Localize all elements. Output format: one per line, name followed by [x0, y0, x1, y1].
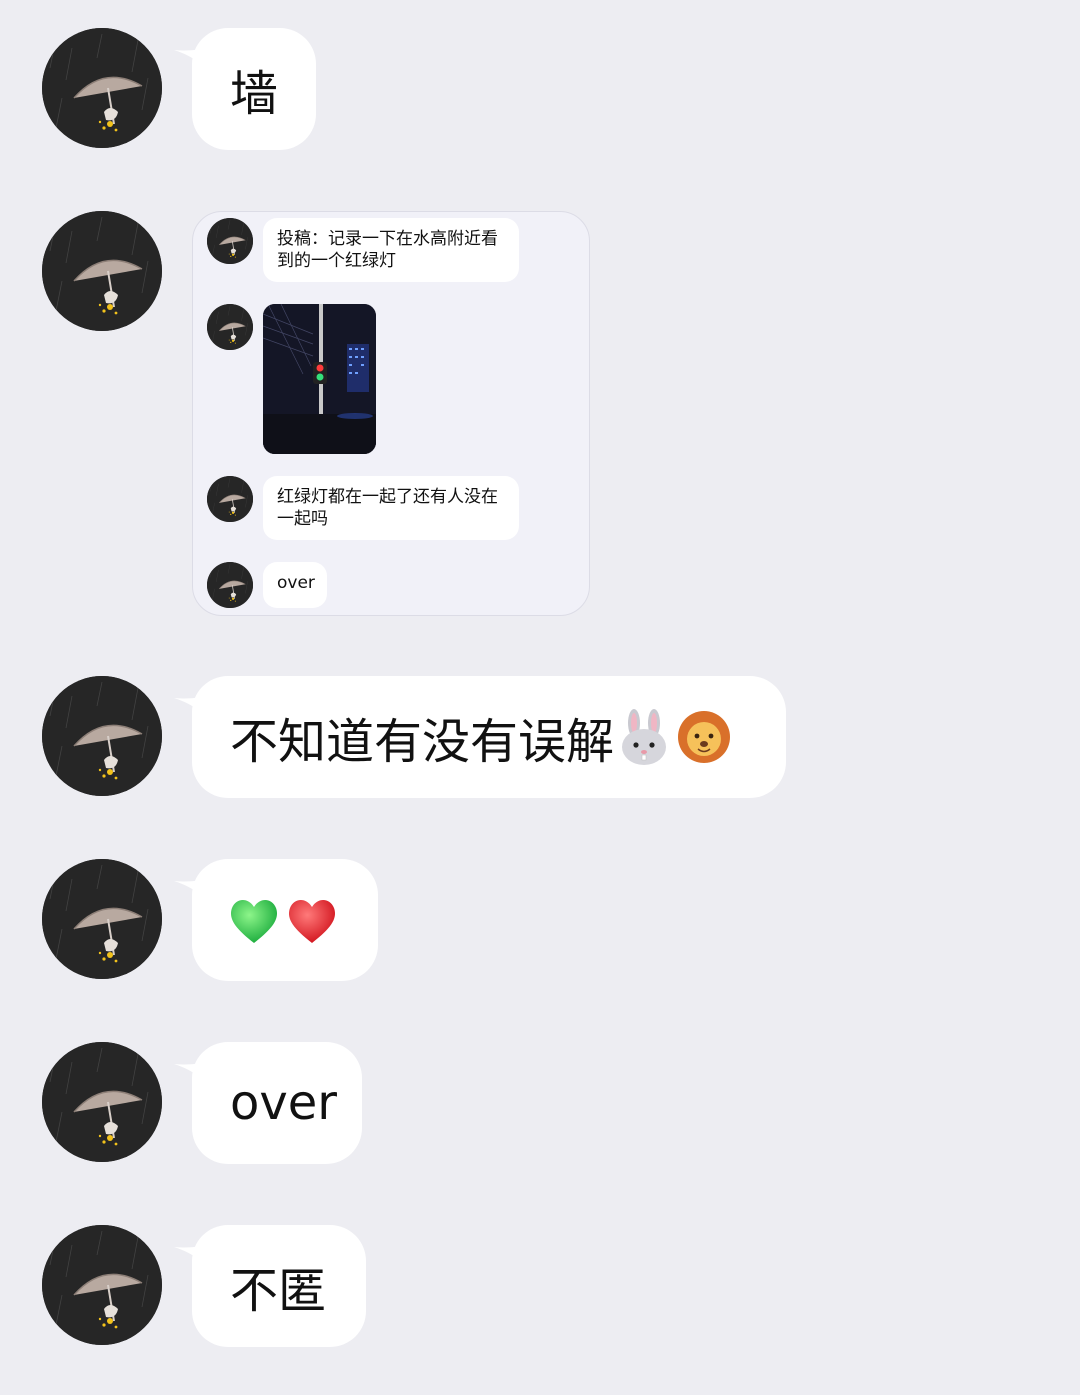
red-heart-icon [288, 899, 336, 943]
message-bubble[interactable]: over [192, 1042, 362, 1164]
mini-avatar [207, 304, 253, 350]
forwarded-text: over [277, 573, 315, 593]
forwarded-message: 红绿灯都在一起了还有人没在一起吗 [263, 476, 519, 540]
message-text: over [230, 1075, 338, 1131]
traffic-light-photo-icon [263, 304, 376, 454]
avatar-umbrella-rain-icon [42, 1042, 162, 1162]
avatar-umbrella-rain-icon [207, 304, 253, 350]
message-text: 不匿 [230, 1263, 327, 1319]
message-row: over [0, 1042, 1080, 1164]
mini-avatar [207, 562, 253, 608]
message-text: 不知道有没有误解 [230, 714, 615, 770]
forwarded-message: 投稿：记录一下在水高附近看到的一个红绿灯 [263, 218, 519, 282]
avatar-umbrella-rain-icon [207, 562, 253, 608]
avatar-umbrella-rain-icon [207, 476, 253, 522]
message-bubble[interactable]: 不知道有没有误解 [192, 676, 786, 798]
forwarded-text: 投稿：记录一下在水高附近看到的一个红绿灯 [277, 229, 498, 271]
sender-avatar[interactable] [42, 1042, 162, 1162]
message-row [0, 859, 1080, 981]
green-heart-icon [230, 899, 278, 943]
avatar-umbrella-rain-icon [42, 859, 162, 979]
avatar-umbrella-rain-icon [207, 218, 253, 264]
avatar-umbrella-rain-icon [42, 676, 162, 796]
avatar-umbrella-rain-icon [42, 211, 162, 331]
message-row: 不匿 [0, 1225, 1080, 1347]
forwarded-text: 红绿灯都在一起了还有人没在一起吗 [277, 487, 498, 529]
forwarded-message: over [263, 562, 327, 608]
message-row: 投稿：记录一下在水高附近看到的一个红绿灯 红绿灯都在一起了还有人没在一起吗 ov… [0, 0, 1080, 620]
message-bubble[interactable] [192, 859, 378, 981]
sender-avatar[interactable] [42, 859, 162, 979]
sender-avatar[interactable] [42, 1225, 162, 1345]
rabbit-face-icon [622, 709, 667, 765]
sender-avatar[interactable] [42, 211, 162, 331]
sender-avatar[interactable] [42, 676, 162, 796]
avatar-umbrella-rain-icon [42, 1225, 162, 1345]
message-row: 不知道有没有误解 [0, 676, 1080, 798]
message-bubble[interactable]: 不匿 [192, 1225, 366, 1347]
forwarded-chat-card[interactable]: 投稿：记录一下在水高附近看到的一个红绿灯 红绿灯都在一起了还有人没在一起吗 ov… [192, 211, 590, 616]
mini-avatar [207, 476, 253, 522]
lion-face-icon [678, 711, 731, 763]
mini-avatar [207, 218, 253, 264]
traffic-light-photo[interactable] [263, 304, 376, 454]
